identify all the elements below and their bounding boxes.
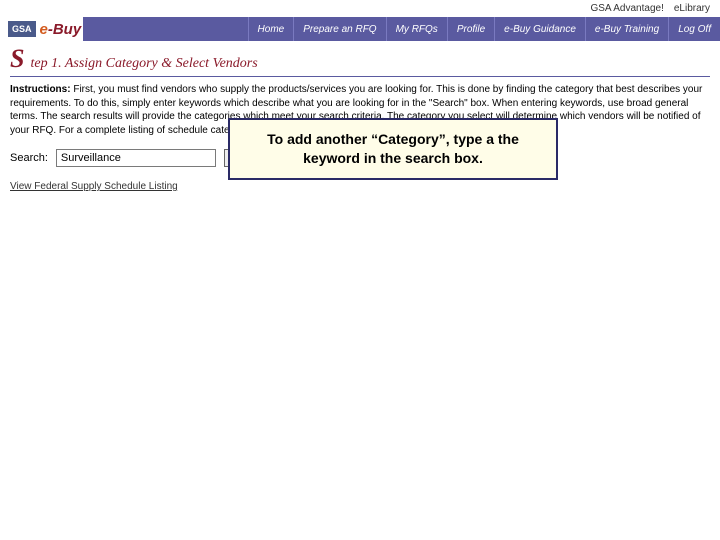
link-gsa-advantage[interactable]: GSA Advantage! xyxy=(590,3,663,14)
logo: GSA e-Buy xyxy=(0,17,83,41)
nav-training[interactable]: e-Buy Training xyxy=(585,17,668,41)
gsa-badge: GSA xyxy=(8,21,36,37)
step-heading-text: tep 1. Assign Category & Select Vendors xyxy=(30,56,257,72)
view-schedule-listing-link[interactable]: View Federal Supply Schedule Listing xyxy=(0,177,188,196)
nav-prepare-rfq[interactable]: Prepare an RFQ xyxy=(293,17,385,41)
nav-logoff[interactable]: Log Off xyxy=(668,17,720,41)
search-input[interactable] xyxy=(56,149,216,167)
instructions-label: Instructions: xyxy=(10,84,71,95)
search-label: Search: xyxy=(10,152,48,164)
main-nav: Home Prepare an RFQ My RFQs Profile e-Bu… xyxy=(248,17,720,41)
step-heading-initial: S xyxy=(10,49,24,70)
top-utility-links: GSA Advantage! eLibrary xyxy=(0,0,720,17)
step-heading: S tep 1. Assign Category & Select Vendor… xyxy=(0,41,720,76)
nav-profile[interactable]: Profile xyxy=(447,17,494,41)
nav-my-rfqs[interactable]: My RFQs xyxy=(386,17,447,41)
header-bar: GSA e-Buy Home Prepare an RFQ My RFQs Pr… xyxy=(0,17,720,41)
link-elibrary[interactable]: eLibrary xyxy=(674,3,710,14)
nav-guidance[interactable]: e-Buy Guidance xyxy=(494,17,585,41)
heading-divider xyxy=(10,76,710,77)
ebuy-buy: -Buy xyxy=(48,21,81,38)
ebuy-wordmark: e-Buy xyxy=(40,21,82,38)
tutorial-callout: To add another “Category”, type a the ke… xyxy=(228,118,558,180)
nav-home[interactable]: Home xyxy=(248,17,294,41)
ebuy-e: e xyxy=(40,21,48,38)
